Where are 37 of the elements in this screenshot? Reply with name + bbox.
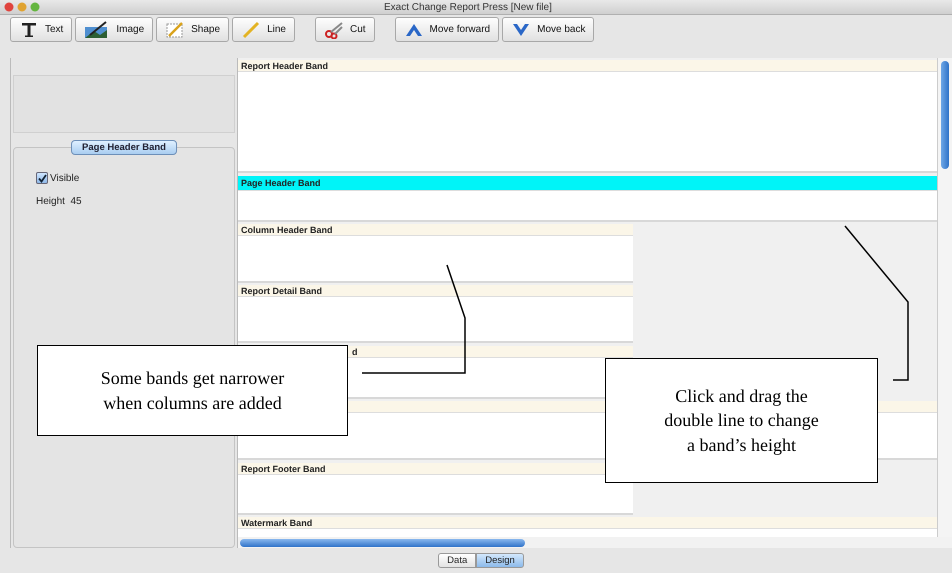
band-label: d [352, 346, 358, 356]
band-label: Report Detail Band [241, 286, 322, 296]
scroll-thumb[interactable] [941, 61, 949, 169]
window-controls-icon[interactable] [4, 2, 42, 12]
toolbar-button[interactable]: Shape [156, 17, 230, 42]
band-header[interactable]: Watermark Band [238, 517, 937, 529]
view-tab[interactable]: Design [476, 553, 524, 568]
band-header[interactable]: Column Header Band [238, 224, 633, 236]
scroll-thumb[interactable] [240, 538, 525, 546]
letter-t-icon [19, 20, 39, 38]
band-title-button[interactable]: Page Header Band [71, 140, 177, 155]
horizontal-scrollbar[interactable] [237, 537, 952, 548]
band-label: Column Header Band [241, 224, 333, 234]
toolbar-button[interactable]: Cut [314, 17, 375, 42]
scissors-icon [324, 20, 344, 38]
height-setting: Height 45 [36, 196, 83, 207]
pencil-icon [241, 20, 262, 38]
band-label: Page Header Band [241, 178, 321, 188]
callout-tooltip: Click and drag the double line to change a band’s height [605, 358, 878, 483]
band-label: Report Footer Band [241, 464, 326, 474]
band-header[interactable]: Page Header Band [238, 176, 937, 191]
band-header[interactable]: Report Detail Band [238, 285, 633, 297]
toolbar-button[interactable]: Text [10, 17, 72, 42]
visible-checkbox[interactable] [36, 172, 48, 184]
band-label: Watermark Band [241, 518, 312, 528]
visible-label: Visible [50, 172, 80, 184]
view-tab[interactable]: Data [438, 553, 476, 568]
callout-tooltip: Some bands get narrower when columns are added [37, 345, 348, 436]
band-label: Report Header Band [241, 60, 328, 70]
toolbar-button[interactable]: Image [75, 17, 154, 42]
toolbar-button[interactable]: Move back [502, 17, 594, 42]
toolbar-button[interactable]: Line [232, 17, 295, 42]
window-title: Exact Change Report Press [New file] [384, 2, 552, 12]
shape-pencil-icon [165, 20, 186, 38]
band-header[interactable]: Report Header Band [238, 60, 937, 72]
vertical-scrollbar[interactable] [937, 58, 952, 537]
toolbar-button[interactable]: Move forward [394, 17, 500, 42]
